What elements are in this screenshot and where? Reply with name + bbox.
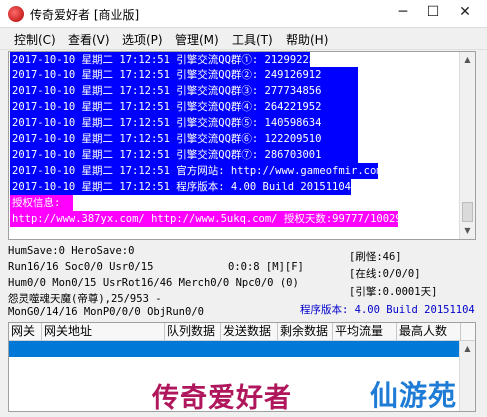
column-gateway[interactable]: 网关: [9, 323, 42, 341]
log-scrollbar[interactable]: ▲ ▼: [459, 52, 475, 239]
menu-control[interactable]: 控制(C): [14, 31, 56, 48]
log-line: 2017-10-10 星期二 17:12:51 引擎交流QQ群④: 264221…: [10, 99, 358, 115]
log-line: 2017-10-10 星期二 17:12:51 引擎交流QQ群⑥: 122209…: [10, 131, 358, 147]
column-send-data[interactable]: 发送数据: [221, 323, 278, 341]
clock-status: 0:0:8 [M][F]: [228, 261, 304, 273]
hum-status: Hum0/0 Mon0/15 UsrRot16/46 Merch0/0 Npc0…: [8, 277, 299, 289]
column-max-users[interactable]: 最高人数: [397, 323, 461, 341]
app-icon: [8, 6, 24, 22]
online-status: [在线:0/0/0]: [349, 268, 421, 280]
engine-status: [引擎:0.0001天]: [349, 286, 438, 298]
title-bar: 传奇爱好者 [商业版] ─ ☐ ✕: [0, 0, 487, 28]
log-line: 2017-10-10 星期二 17:12:51 引擎交流QQ群⑦: 286703…: [10, 147, 358, 163]
window-title: 传奇爱好者 [商业版]: [30, 8, 140, 22]
table-row[interactable]: [9, 341, 461, 357]
auth-line: http://www.387yx.com/ http://www.5ukq.co…: [10, 211, 409, 227]
minimize-button[interactable]: ─: [390, 1, 416, 25]
watermark-logo-right: 仙游苑: [370, 379, 458, 412]
log-panel[interactable]: 2017-10-10 星期二 17:12:51 引擎交流QQ群①: 212992…: [8, 51, 476, 240]
log-line: 2017-10-10 星期二 17:12:51 引擎交流QQ群③: 277734…: [10, 83, 358, 99]
log-line: 2017-10-10 星期二 17:12:51 引擎交流QQ群①: 212992…: [10, 52, 316, 68]
column-avg-traffic[interactable]: 平均流量: [333, 323, 397, 341]
scroll-up-icon[interactable]: ▲: [460, 52, 475, 68]
log-line: 2017-10-10 星期二 17:12:51 引擎交流QQ群②: 249126…: [10, 67, 358, 83]
run-status: Run16/16 Soc0/0 Usr0/15: [8, 261, 154, 273]
scroll-thumb[interactable]: [462, 202, 473, 222]
refresh-status: [刷怪:46]: [349, 251, 402, 263]
hum-save-status: HumSave:0 HeroSave:0: [8, 245, 135, 257]
menu-bar: 控制(C) 查看(V) 选项(P) 管理(M) 工具(T) 帮助(H): [0, 28, 487, 50]
mon-status: MonG0/14/16 MonP0/0/0 ObjRun0/0: [8, 306, 204, 318]
menu-view[interactable]: 查看(V): [68, 31, 110, 48]
menu-manage[interactable]: 管理(M): [175, 31, 219, 48]
scroll-up-icon[interactable]: ▲: [460, 341, 475, 357]
table-scrollbar[interactable]: ▲: [459, 341, 475, 411]
log-line: 2017-10-10 星期二 17:12:51 引擎交流QQ群⑤: 140598…: [10, 115, 358, 131]
scroll-down-icon[interactable]: ▼: [460, 223, 475, 239]
menu-options[interactable]: 选项(P): [122, 31, 163, 48]
log-line: 2017-10-10 星期二 17:12:51 程序版本: 4.00 Build…: [10, 179, 352, 195]
version-label: 程序版本: 4.00 Build 20151104: [300, 304, 475, 316]
column-gateway-address[interactable]: 网关地址: [42, 323, 165, 341]
maximize-button[interactable]: ☐: [420, 1, 446, 25]
column-remaining-data[interactable]: 剩余数据: [278, 323, 333, 341]
auth-label: 授权信息:: [10, 195, 73, 211]
watermark-logo-left: 传奇爱好者: [152, 383, 292, 414]
close-button[interactable]: ✕: [452, 1, 478, 25]
log-line: 2017-10-10 星期二 17:12:51 官方网站: http://www…: [10, 163, 383, 179]
column-queue-data[interactable]: 队列数据: [165, 323, 221, 341]
menu-help[interactable]: 帮助(H): [286, 31, 328, 48]
boss-status: 怨灵噬魂天魔(帝尊),25/953 -: [8, 293, 162, 305]
menu-tools[interactable]: 工具(T): [232, 31, 273, 48]
table-header: 网关 网关地址 队列数据 发送数据 剩余数据 平均流量 最高人数: [9, 323, 475, 341]
